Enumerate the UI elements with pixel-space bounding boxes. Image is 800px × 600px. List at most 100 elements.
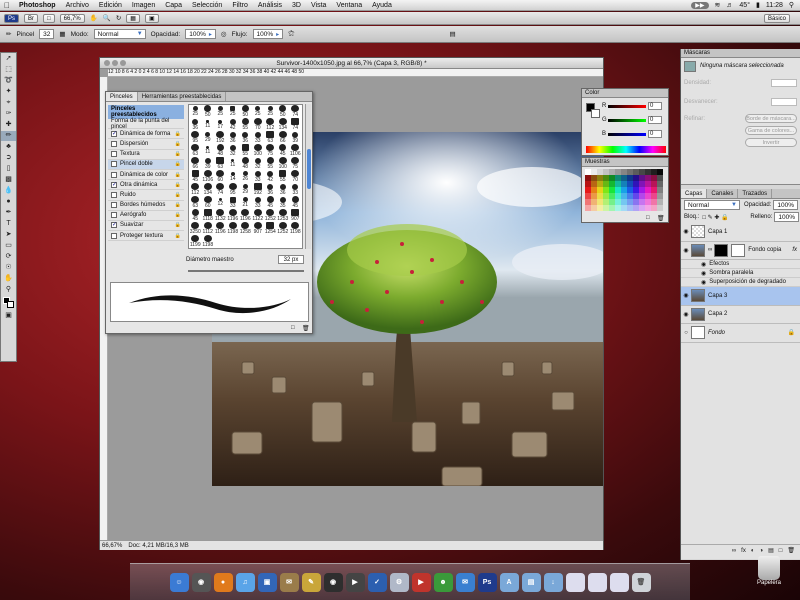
brush-preset-cell[interactable]: 70 [289, 170, 302, 183]
brush-option-dual-brush[interactable]: Pincel doble 🔒 [108, 159, 184, 170]
brush-preset-cell[interactable]: 1196 [214, 222, 227, 235]
brush-preset-cell[interactable]: 45 [289, 196, 302, 209]
dodge-tool-icon[interactable]: ● [1, 197, 16, 207]
brush-option-color-dynamics[interactable]: Dinámica de color 🔒 [108, 170, 184, 181]
menu-vista[interactable]: Vista [306, 2, 331, 9]
menu-edicion[interactable]: Edición [94, 2, 127, 9]
brush-preset-cell[interactable]: 55 [277, 170, 290, 183]
eye-icon[interactable]: ◉ [681, 228, 691, 235]
brush-preset-cell[interactable]: 112 [189, 183, 202, 196]
brush-preset-cell[interactable]: 63 [189, 144, 202, 157]
brush-preset-cell[interactable]: 55 [239, 118, 252, 131]
lasso-tool-icon[interactable]: ➰ [1, 76, 16, 86]
menu-ventana[interactable]: Ventana [331, 2, 367, 9]
brush-preset-cell[interactable]: 45 [189, 170, 202, 183]
brush-option-noise[interactable]: Ruido 🔒 [108, 190, 184, 201]
brush-preset-cell[interactable]: 70 [252, 118, 265, 131]
brush-preset-cell[interactable]: 192 [214, 131, 227, 144]
brush-option-shape-dynamics[interactable]: ✓ Dinámica de forma 🔒 [108, 129, 184, 140]
effect-row[interactable]: ◉ Superposición de degradado [681, 278, 800, 287]
brush-preset-cell[interactable]: 74 [289, 105, 302, 118]
menu-photoshop[interactable]: Photoshop [14, 2, 61, 9]
workspace-button[interactable]: Básico [763, 13, 790, 23]
clock[interactable]: 11:28 [766, 2, 783, 9]
brush-option-smoothing[interactable]: ✓ Suavizar 🔒 [108, 221, 184, 232]
brush-preset-cell[interactable]: 35 [277, 196, 290, 209]
status-pill-icon[interactable]: ▶▶ [691, 1, 709, 9]
brush-preset-cell[interactable]: 26 [239, 170, 252, 183]
brush-preset-cell[interactable]: 25 [189, 105, 202, 118]
fill-input[interactable]: 100% [774, 212, 799, 222]
arrange-icon[interactable]: ▦ [126, 13, 140, 23]
messenger-icon[interactable]: ✉ [455, 572, 475, 592]
brush-preset-cell[interactable]: 45 [264, 196, 277, 209]
spotlight-icon[interactable]: ⚲ [789, 1, 794, 9]
checkbox[interactable] [111, 212, 117, 219]
masks-panel-title[interactable]: Máscaras [681, 49, 800, 58]
lock-icon[interactable]: 🔒 [175, 151, 181, 157]
brush-preset-cell[interactable]: 55 [264, 157, 277, 170]
red-slider[interactable] [608, 105, 646, 108]
healing-tool-icon[interactable]: ✚ [1, 120, 16, 130]
color-swatches-icon[interactable] [1, 296, 16, 310]
lock-icon[interactable]: 🔒 [175, 222, 181, 228]
brush-preset-cell[interactable]: 55 [239, 144, 252, 157]
volume-icon[interactable]: ♬ [726, 2, 733, 9]
brush-preset-cell[interactable]: 1106 [289, 144, 302, 157]
brush-preset-cell[interactable]: 11 [202, 144, 215, 157]
desktop-trash[interactable]: Papelera [743, 556, 795, 596]
brush-preset-cell[interactable]: 33 [289, 183, 302, 196]
brush-preset-cell[interactable]: 33 [227, 196, 240, 209]
brush-preset-cell[interactable]: 45 [189, 209, 202, 222]
pen-tool-icon[interactable]: ✒ [1, 208, 16, 218]
layer-row[interactable]: ◉ ∞ Fondo copia fx [681, 242, 800, 260]
menu-imagen[interactable]: Imagen [127, 2, 160, 9]
photoshop-dock-icon[interactable]: Ps [477, 572, 497, 592]
brush-option-texture[interactable]: Textura 🔒 [108, 150, 184, 160]
brush-preset-cell[interactable]: 1199 [189, 235, 202, 248]
mode-select[interactable]: Normal ▼ [93, 29, 146, 39]
color-swatch[interactable] [657, 205, 663, 211]
bridge-icon[interactable]: Br [24, 13, 39, 23]
brush-preset-cell[interactable]: 1132 [214, 209, 227, 222]
blend-mode-select[interactable]: Normal ▼ [684, 200, 740, 210]
lock-icons[interactable]: □ ✎ ✚ 🔒 [702, 214, 728, 221]
brush-preset-cell[interactable]: 1198 [202, 235, 215, 248]
brush-preset-cell[interactable]: 1254 [264, 222, 277, 235]
blue-slider[interactable] [608, 133, 646, 136]
brush-preset-cell[interactable]: 1106 [202, 170, 215, 183]
zoom-tool-icon[interactable]: ⚲ [1, 285, 16, 295]
stack-icon-1[interactable] [565, 572, 585, 592]
move-tool-icon[interactable]: ➚ [1, 54, 16, 64]
zoom-icon[interactable]: 🔍 [103, 14, 111, 22]
lock-icon[interactable]: 🔒 [788, 329, 795, 336]
green-input[interactable]: 0 [648, 116, 662, 124]
brush-preset-cell[interactable]: 14 [227, 170, 240, 183]
itunes-icon[interactable]: ♫ [235, 572, 255, 592]
red-input[interactable]: 0 [648, 102, 662, 110]
brush-preset-cell[interactable]: 74 [214, 183, 227, 196]
checkbox[interactable] [111, 232, 117, 239]
media-icon[interactable]: ▶ [411, 572, 431, 592]
brush-preset-cell[interactable]: 74 [289, 118, 302, 131]
brush-tool-icon[interactable]: ✏ [1, 131, 16, 141]
link-icon[interactable]: ∞ [732, 548, 736, 554]
tab-canales[interactable]: Canales [707, 189, 739, 198]
brush-preset-cell[interactable]: 100 [252, 144, 265, 157]
brush-preset-cell[interactable]: 12 [214, 196, 227, 209]
brush-preset-cell[interactable]: 66 [189, 157, 202, 170]
density-input[interactable] [771, 78, 797, 87]
close-icon[interactable] [104, 60, 110, 66]
crop-tool-icon[interactable]: ⌖ [1, 98, 16, 108]
new-preset-icon[interactable]: □ [291, 325, 295, 331]
brush-preset-cell[interactable]: 112 [264, 118, 277, 131]
eyedropper-tool-icon[interactable]: ✑ [1, 109, 16, 119]
hand-tool-icon[interactable]: ✋ [1, 274, 16, 284]
checkbox[interactable]: ✓ [111, 130, 117, 137]
lock-icon[interactable]: 🔒 [175, 212, 181, 218]
brush-preset-cell[interactable]: 29 [202, 131, 215, 144]
stack-icon-3[interactable] [609, 572, 629, 592]
lock-icon[interactable]: 🔒 [175, 161, 181, 167]
brush-preset-cell[interactable]: 11 [202, 118, 215, 131]
brush-preset-cell[interactable]: 11 [227, 157, 240, 170]
